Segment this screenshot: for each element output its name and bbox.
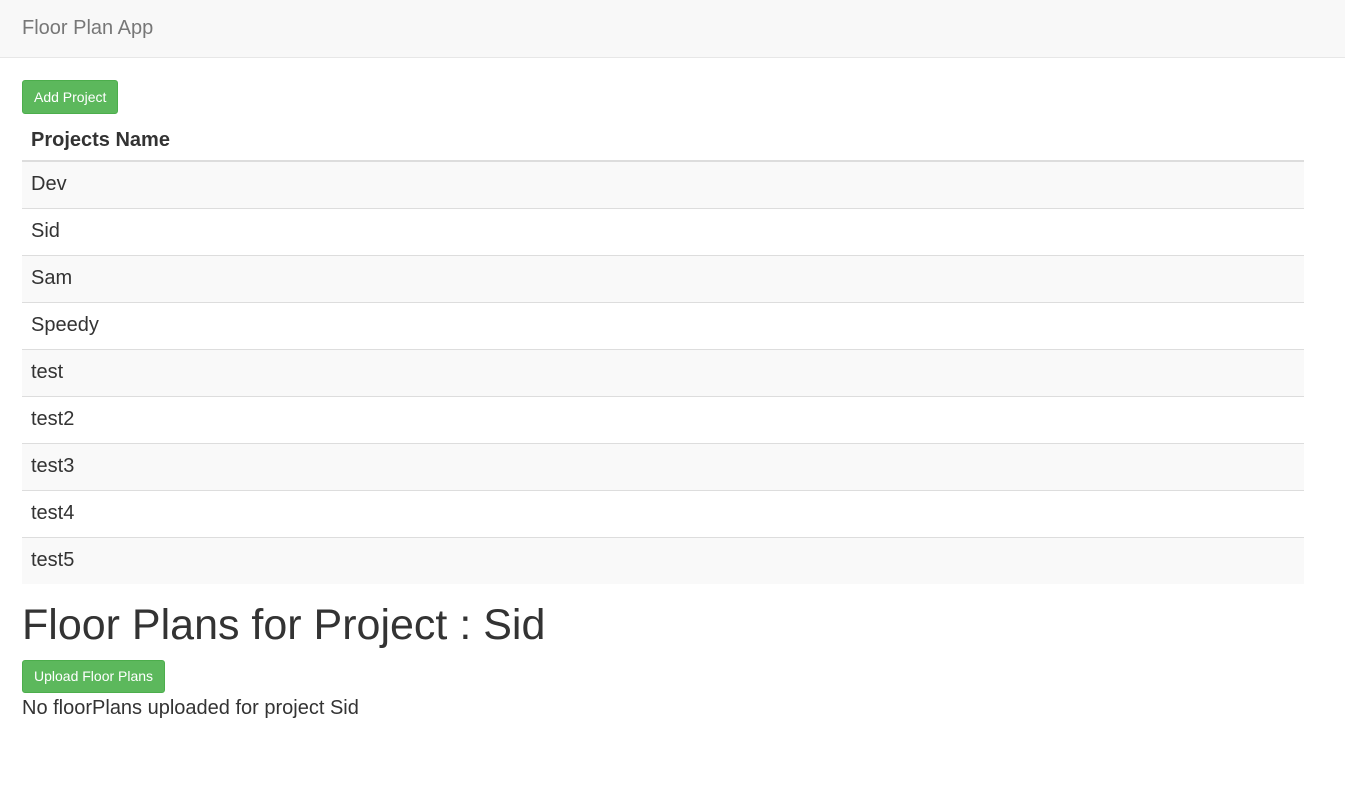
project-name-cell[interactable]: test4 [22, 489, 1304, 537]
project-name-cell[interactable]: test [22, 348, 1304, 396]
project-name-cell[interactable]: Sid [22, 207, 1304, 255]
table-row[interactable]: test3 [22, 442, 1304, 490]
table-header-row: Projects Name [22, 120, 1304, 162]
no-floor-plans-message: No floorPlans uploaded for project Sid [22, 697, 359, 719]
table-row[interactable]: Dev [22, 161, 1304, 208]
project-name-cell[interactable]: Speedy [22, 301, 1304, 349]
project-name-cell[interactable]: Dev [22, 161, 1304, 208]
upload-floor-plans-button[interactable]: Upload Floor Plans [22, 660, 166, 693]
table-row[interactable]: Speedy [22, 301, 1304, 349]
projects-table: Projects Name Dev Sid Sam Speedy test te… [22, 120, 1304, 584]
main-content: Add Project Projects Name Dev Sid Sam Sp… [0, 58, 1345, 720]
project-name-cell[interactable]: test5 [22, 536, 1304, 584]
project-name-cell[interactable]: Sam [22, 254, 1304, 302]
projects-name-header: Projects Name [22, 120, 1304, 162]
project-name-cell[interactable]: test2 [22, 395, 1304, 443]
app-brand[interactable]: Floor Plan App [22, 17, 153, 40]
table-row[interactable]: test4 [22, 489, 1304, 537]
table-row[interactable]: Sid [22, 207, 1304, 255]
navbar: Floor Plan App [0, 0, 1345, 58]
add-project-button[interactable]: Add Project [22, 80, 119, 114]
project-name-cell[interactable]: test3 [22, 442, 1304, 490]
floor-plans-heading: Floor Plans for Project : Sid [22, 601, 546, 649]
table-row[interactable]: test5 [22, 536, 1304, 584]
table-row[interactable]: test2 [22, 395, 1304, 443]
table-row[interactable]: test [22, 348, 1304, 396]
table-row[interactable]: Sam [22, 254, 1304, 302]
